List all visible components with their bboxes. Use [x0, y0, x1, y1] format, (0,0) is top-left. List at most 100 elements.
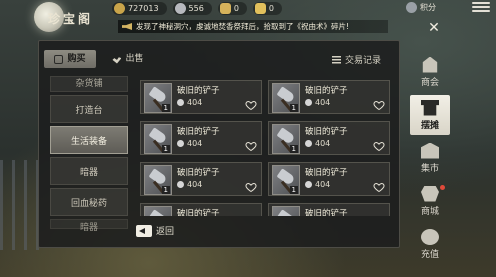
- category-label: 暗器: [79, 223, 98, 233]
- item-price: 404: [305, 98, 330, 107]
- item-price: 404: [305, 180, 330, 189]
- nav-shop[interactable]: 商会: [410, 52, 450, 92]
- item-thumbnail: 1: [144, 206, 172, 216]
- category-item[interactable]: 回血秘药: [50, 188, 128, 216]
- item-card[interactable]: 1 破旧的铲子 404: [268, 80, 390, 114]
- item-quantity: 1: [289, 186, 298, 194]
- sell-icon: [112, 57, 122, 64]
- category-label: 回血秘药: [70, 198, 107, 209]
- item-card[interactable]: 1破旧的铲子404: [140, 80, 262, 114]
- menu-icon[interactable]: [472, 0, 490, 14]
- gold-value: 0: [268, 3, 275, 13]
- bag-icon: [54, 54, 64, 64]
- item-card[interactable]: 1 破旧的铲子 404: [268, 162, 390, 196]
- nav-recharge[interactable]: 充值: [410, 224, 450, 264]
- silver-coin-icon: [177, 99, 184, 106]
- nav-label: 商会: [420, 77, 439, 88]
- right-nav: 商会 摆摊 集市 商城 充值: [410, 52, 450, 267]
- category-label: 暗器: [79, 167, 98, 178]
- announcement-bar: 发现了神秘洞穴，虔诚地焚香祭拜后，拾取到了《祝由术》碎片!: [118, 20, 388, 33]
- item-price-value: 404: [315, 180, 331, 189]
- gold-icon: [254, 2, 266, 14]
- category-item[interactable]: 杂货铺: [50, 76, 128, 92]
- item-price: 404: [177, 98, 202, 107]
- item-price-value: 404: [315, 98, 331, 107]
- item-thumbnail: 1: [144, 165, 172, 195]
- item-quantity: 1: [289, 104, 298, 112]
- item-name: 破旧的铲子: [177, 168, 220, 178]
- item-thumbnail: 1: [272, 124, 300, 154]
- silver-coin-icon: [305, 140, 312, 147]
- tab-sell[interactable]: 出售: [102, 50, 154, 68]
- resource-bar: 727013 556 0 0: [112, 0, 436, 16]
- tab-sell-label: 出售: [125, 54, 144, 64]
- resource-ingot[interactable]: 0: [217, 1, 247, 15]
- back-button[interactable]: 返回: [136, 224, 174, 237]
- item-price: 404: [177, 180, 202, 189]
- category-item[interactable]: 暗器: [50, 157, 128, 185]
- nav-label: 商城: [420, 206, 439, 217]
- tab-buy[interactable]: 购买: [44, 50, 96, 68]
- silver-coin-icon: [305, 181, 312, 188]
- category-item[interactable]: 暗器: [50, 219, 128, 233]
- item-quantity: 1: [161, 145, 170, 153]
- resource-gold[interactable]: 0: [252, 1, 283, 15]
- item-thumbnail: 1: [144, 83, 172, 113]
- item-name: 破旧的铲子: [177, 127, 220, 137]
- item-price: 404: [305, 139, 330, 148]
- nav-market[interactable]: 集市: [410, 138, 450, 178]
- silver-icon: [174, 2, 186, 14]
- favorite-heart-icon[interactable]: [373, 178, 385, 193]
- item-card[interactable]: 1破旧的铲子404: [268, 203, 390, 216]
- nav-mall[interactable]: 商城: [410, 181, 450, 221]
- trade-record-label: 交易记录: [345, 56, 382, 66]
- resource-silver[interactable]: 556: [172, 1, 212, 15]
- item-price-value: 404: [187, 180, 203, 189]
- item-quantity: 1: [161, 104, 170, 112]
- stall-icon: [421, 99, 439, 116]
- item-thumbnail: 1: [272, 165, 300, 195]
- item-thumbnail: 1: [144, 124, 172, 154]
- category-list[interactable]: 杂货铺 打造台 生活装备 暗器 回血秘药 暗器: [50, 76, 128, 244]
- silver-coin-icon: [305, 99, 312, 106]
- ingot-value: 0: [233, 3, 239, 13]
- category-label: 生活装备: [70, 136, 107, 147]
- item-name: 破旧的铲子: [305, 127, 348, 137]
- item-price-value: 404: [187, 98, 203, 107]
- item-name: 破旧的铲子: [305, 168, 348, 178]
- item-thumbnail: 1: [272, 206, 300, 216]
- silver-value: 556: [188, 3, 204, 13]
- shovel-icon: [276, 209, 296, 216]
- item-quantity: 1: [161, 186, 170, 194]
- announcement-text: 发现了神秘洞穴，虔诚地焚香祭拜后，拾取到了《祝由术》碎片!: [136, 22, 350, 31]
- favorite-heart-icon[interactable]: [245, 96, 257, 111]
- market-icon: [421, 142, 439, 159]
- score-display[interactable]: 积分: [406, 0, 436, 14]
- item-name: 破旧的铲子: [305, 86, 348, 96]
- back-label: 返回: [156, 227, 175, 237]
- tab-buy-label: 购买: [67, 54, 86, 64]
- resource-coin[interactable]: 727013: [112, 1, 167, 15]
- category-item-selected[interactable]: 生活装备: [50, 126, 128, 154]
- item-card[interactable]: 1 破旧的铲子 404: [140, 162, 262, 196]
- trade-record-button[interactable]: 交易记录: [332, 53, 381, 66]
- category-item[interactable]: 打造台: [50, 95, 128, 123]
- favorite-heart-icon[interactable]: [245, 178, 257, 193]
- item-card[interactable]: 1 破旧的铲子 404: [268, 121, 390, 155]
- item-card[interactable]: 1破旧的铲子404: [140, 121, 262, 155]
- item-card[interactable]: 1破旧的铲子404: [140, 203, 262, 216]
- nav-stall[interactable]: 摆摊: [410, 95, 450, 135]
- favorite-heart-icon[interactable]: [373, 96, 385, 111]
- close-icon[interactable]: [426, 20, 442, 36]
- notification-dot: [440, 185, 445, 190]
- trade-tabs: 购买 出售: [44, 50, 154, 68]
- item-name: 破旧的铲子: [305, 209, 348, 216]
- score-label: 积分: [420, 2, 436, 12]
- item-quantity: 1: [289, 145, 298, 153]
- ingot-icon: [219, 2, 231, 14]
- category-label: 打造台: [75, 105, 103, 116]
- favorite-heart-icon[interactable]: [245, 137, 257, 152]
- nav-label: 集市: [420, 163, 439, 174]
- favorite-heart-icon[interactable]: [373, 137, 385, 152]
- shop-icon: [422, 56, 438, 73]
